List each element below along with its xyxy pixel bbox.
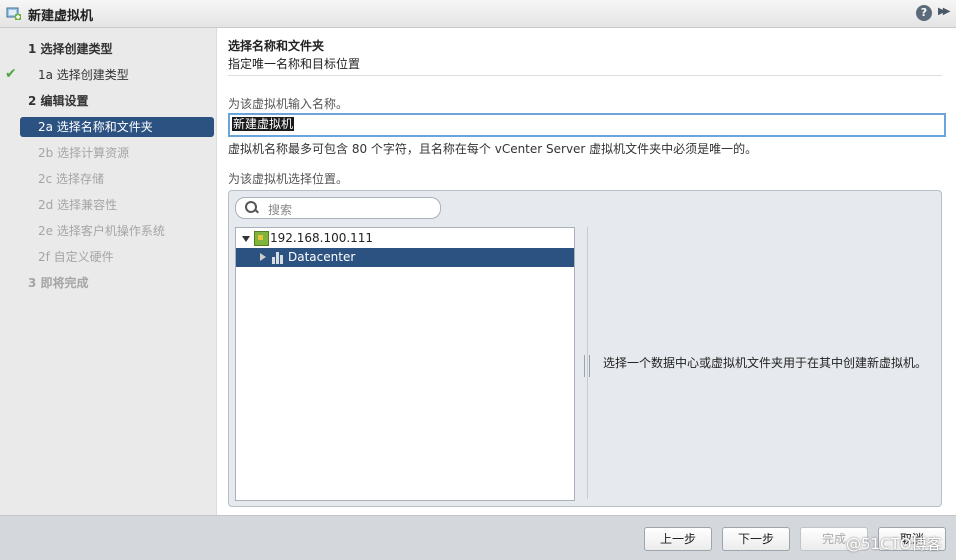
nav-step-label: 2d 选择兼容性 — [38, 198, 118, 212]
completed-check-icon: ✔ — [5, 66, 17, 82]
vm-name-label: 为该虚拟机输入名称。 — [228, 97, 349, 111]
nav-step-label: 2 编辑设置 — [28, 94, 89, 108]
watermark: @51CTO博客 — [846, 535, 942, 553]
nav-step-2e: 2e 选择客户机操作系统 — [20, 221, 214, 241]
expand-arrow-icon[interactable] — [260, 253, 266, 261]
page-subtitle: 指定唯一名称和目标位置 — [228, 57, 361, 71]
nav-step-2d: 2d 选择兼容性 — [20, 195, 214, 215]
vm-name-input[interactable]: 新建虚拟机 — [228, 113, 946, 137]
window-title: 新建虚拟机 — [28, 9, 94, 24]
tree-node-host[interactable]: 192.168.100.111 — [236, 229, 574, 248]
new-vm-icon — [6, 7, 21, 20]
nav-step-label: 3 即将完成 — [28, 276, 89, 290]
nav-step-label: 1 选择创建类型 — [28, 42, 113, 56]
collapse-arrow-icon[interactable] — [242, 236, 250, 242]
header-divider — [228, 75, 942, 76]
nav-step-2c: 2c 选择存储 — [20, 169, 214, 189]
nav-step-label: 2c 选择存储 — [38, 172, 105, 186]
datacenter-icon — [272, 252, 284, 264]
nav-step-3: 3 即将完成 — [20, 273, 214, 293]
nav-step-label: 2b 选择计算资源 — [38, 146, 130, 160]
wizard-steps-nav: ✔ 1 选择创建类型 1a 选择创建类型 2 编辑设置 2a 选择名称和文件夹 … — [0, 28, 217, 515]
tree-node-label: 192.168.100.111 — [270, 231, 374, 245]
wizard-footer: 上一步 下一步 完成 取消 @51CTO博客 — [0, 515, 956, 560]
host-icon — [254, 231, 269, 246]
nav-step-label: 1a 选择创建类型 — [38, 68, 129, 82]
expand-icon[interactable]: ▶▶ — [938, 6, 951, 17]
inventory-tree: 192.168.100.111 Datacenter — [235, 227, 575, 501]
help-icon[interactable]: ? — [916, 5, 932, 21]
nav-step-2b: 2b 选择计算资源 — [20, 143, 214, 163]
location-label: 为该虚拟机选择位置。 — [228, 172, 349, 186]
vm-name-value: 新建虚拟机 — [232, 117, 295, 131]
back-button[interactable]: 上一步 — [644, 527, 712, 551]
search-icon-handle — [254, 208, 259, 214]
nav-step-2f: 2f 自定义硬件 — [20, 247, 214, 267]
nav-step-label: 2a 选择名称和文件夹 — [38, 120, 153, 134]
nav-step-2[interactable]: 2 编辑设置 — [20, 91, 214, 111]
nav-step-1a[interactable]: 1a 选择创建类型 — [20, 65, 214, 85]
tree-node-datacenter[interactable]: Datacenter — [236, 248, 574, 267]
title-bar: 新建虚拟机 ? ▶▶ — [0, 0, 956, 28]
search-placeholder: 搜索 — [268, 203, 293, 217]
nav-step-label: 2e 选择客户机操作系统 — [38, 224, 165, 238]
location-panel: 搜索 192.168.100.111 Datacenter 选择一个数据中心或虚… — [228, 190, 942, 507]
location-info-message: 选择一个数据中心或虚拟机文件夹用于在其中创建新虚拟机。 — [587, 227, 942, 499]
page-title: 选择名称和文件夹 — [228, 39, 325, 53]
tree-node-label: Datacenter — [288, 250, 356, 264]
nav-step-1[interactable]: 1 选择创建类型 — [20, 39, 214, 59]
next-button[interactable]: 下一步 — [722, 527, 790, 551]
vm-name-hint: 虚拟机名称最多可包含 80 个字符，且名称在每个 vCenter Server … — [228, 142, 758, 156]
nav-step-label: 2f 自定义硬件 — [38, 250, 114, 264]
nav-step-2a[interactable]: 2a 选择名称和文件夹 — [20, 117, 214, 137]
search-input[interactable]: 搜索 — [235, 197, 441, 219]
